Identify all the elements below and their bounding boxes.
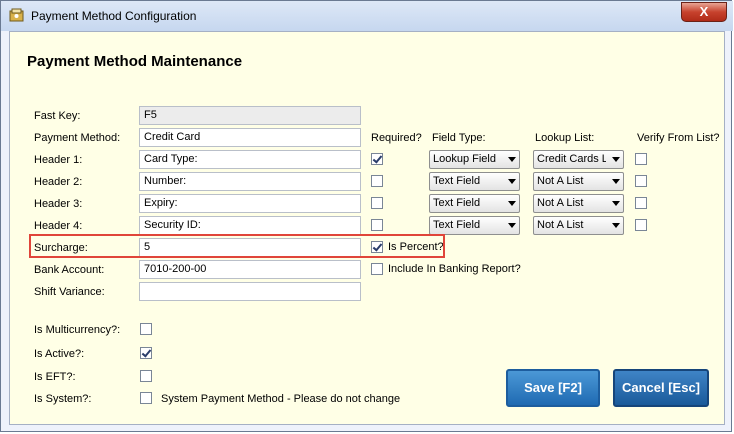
header2-lookup-list-value: Not A List	[537, 175, 584, 187]
is-active-label: Is Active?:	[34, 348, 85, 360]
payment-method-field[interactable]: Credit Card	[139, 128, 361, 147]
chevron-down-icon	[508, 201, 516, 206]
header3-field[interactable]: Expiry:	[139, 194, 361, 213]
chevron-down-icon	[612, 201, 620, 206]
header2-required-checkbox[interactable]	[371, 175, 383, 187]
header1-verify-checkbox[interactable]	[635, 153, 647, 165]
payment-method-label: Payment Method:	[34, 132, 121, 144]
header4-lookup-list-value: Not A List	[537, 219, 584, 231]
header1-required-checkbox[interactable]	[371, 153, 383, 165]
header4-field-type-value: Text Field	[433, 219, 481, 231]
shift-variance-label: Shift Variance:	[34, 286, 105, 298]
header4-lookup-list-select[interactable]: Not A List	[533, 216, 624, 235]
field-type-column-header: Field Type:	[432, 132, 486, 144]
header2-lookup-list-select[interactable]: Not A List	[533, 172, 624, 191]
close-button[interactable]: X	[681, 2, 727, 22]
is-system-checkbox[interactable]	[140, 392, 152, 404]
header1-lookup-list-select[interactable]: Credit Cards L	[533, 150, 624, 169]
header2-verify-checkbox[interactable]	[635, 175, 647, 187]
app-icon	[9, 8, 24, 22]
header3-field-type-select[interactable]: Text Field	[429, 194, 520, 213]
header3-lookup-list-select[interactable]: Not A List	[533, 194, 624, 213]
header1-field-type-value: Lookup Field	[433, 153, 496, 165]
fast-key-label: Fast Key:	[34, 110, 81, 122]
header3-lookup-list-value: Not A List	[537, 197, 584, 209]
is-multicurrency-checkbox[interactable]	[140, 323, 152, 335]
header3-required-checkbox[interactable]	[371, 197, 383, 209]
is-system-label: Is System?:	[34, 393, 92, 405]
header4-label: Header 4:	[34, 220, 83, 232]
window-title: Payment Method Configuration	[31, 9, 197, 23]
chevron-down-icon	[508, 157, 516, 162]
required-column-header: Required?	[371, 132, 422, 144]
surcharge-highlight	[29, 234, 445, 258]
is-eft-label: Is EFT?:	[34, 371, 76, 383]
bank-account-label: Bank Account:	[34, 264, 105, 276]
verify-column-header: Verify From List?	[637, 132, 720, 144]
header1-lookup-list-value: Credit Cards L	[537, 153, 606, 165]
is-multicurrency-label: Is Multicurrency?:	[34, 324, 121, 336]
header3-verify-checkbox[interactable]	[635, 197, 647, 209]
header2-field[interactable]: Number:	[139, 172, 361, 191]
header1-label: Header 1:	[34, 154, 83, 166]
system-note: System Payment Method - Please do not ch…	[161, 393, 401, 405]
chevron-down-icon	[612, 179, 620, 184]
include-banking-checkbox[interactable]	[371, 263, 383, 275]
save-button[interactable]: Save [F2]	[506, 369, 600, 407]
header3-field-type-value: Text Field	[433, 197, 481, 209]
header2-field-type-value: Text Field	[433, 175, 481, 187]
fast-key-field[interactable]: F5	[139, 106, 361, 125]
is-active-checkbox[interactable]	[140, 347, 152, 359]
include-banking-label: Include In Banking Report?	[388, 263, 521, 275]
header2-label: Header 2:	[34, 176, 83, 188]
header4-field-type-select[interactable]: Text Field	[429, 216, 520, 235]
header4-verify-checkbox[interactable]	[635, 219, 647, 231]
chevron-down-icon	[508, 179, 516, 184]
header4-field[interactable]: Security ID:	[139, 216, 361, 235]
header2-field-type-select[interactable]: Text Field	[429, 172, 520, 191]
header1-field[interactable]: Card Type:	[139, 150, 361, 169]
payment-method-window: Payment Method Configuration X Payment M…	[0, 0, 733, 432]
header3-label: Header 3:	[34, 198, 83, 210]
header1-field-type-select[interactable]: Lookup Field	[429, 150, 520, 169]
page-title: Payment Method Maintenance	[27, 53, 243, 70]
header4-required-checkbox[interactable]	[371, 219, 383, 231]
chevron-down-icon	[612, 157, 620, 162]
lookup-list-column-header: Lookup List:	[535, 132, 595, 144]
cancel-button[interactable]: Cancel [Esc]	[613, 369, 709, 407]
shift-variance-field[interactable]	[139, 282, 361, 301]
is-eft-checkbox[interactable]	[140, 370, 152, 382]
chevron-down-icon	[612, 223, 620, 228]
bank-account-field[interactable]: 7010-200-00	[139, 260, 361, 279]
chevron-down-icon	[508, 223, 516, 228]
close-icon: X	[699, 4, 709, 19]
title-bar: Payment Method Configuration X	[1, 1, 733, 31]
